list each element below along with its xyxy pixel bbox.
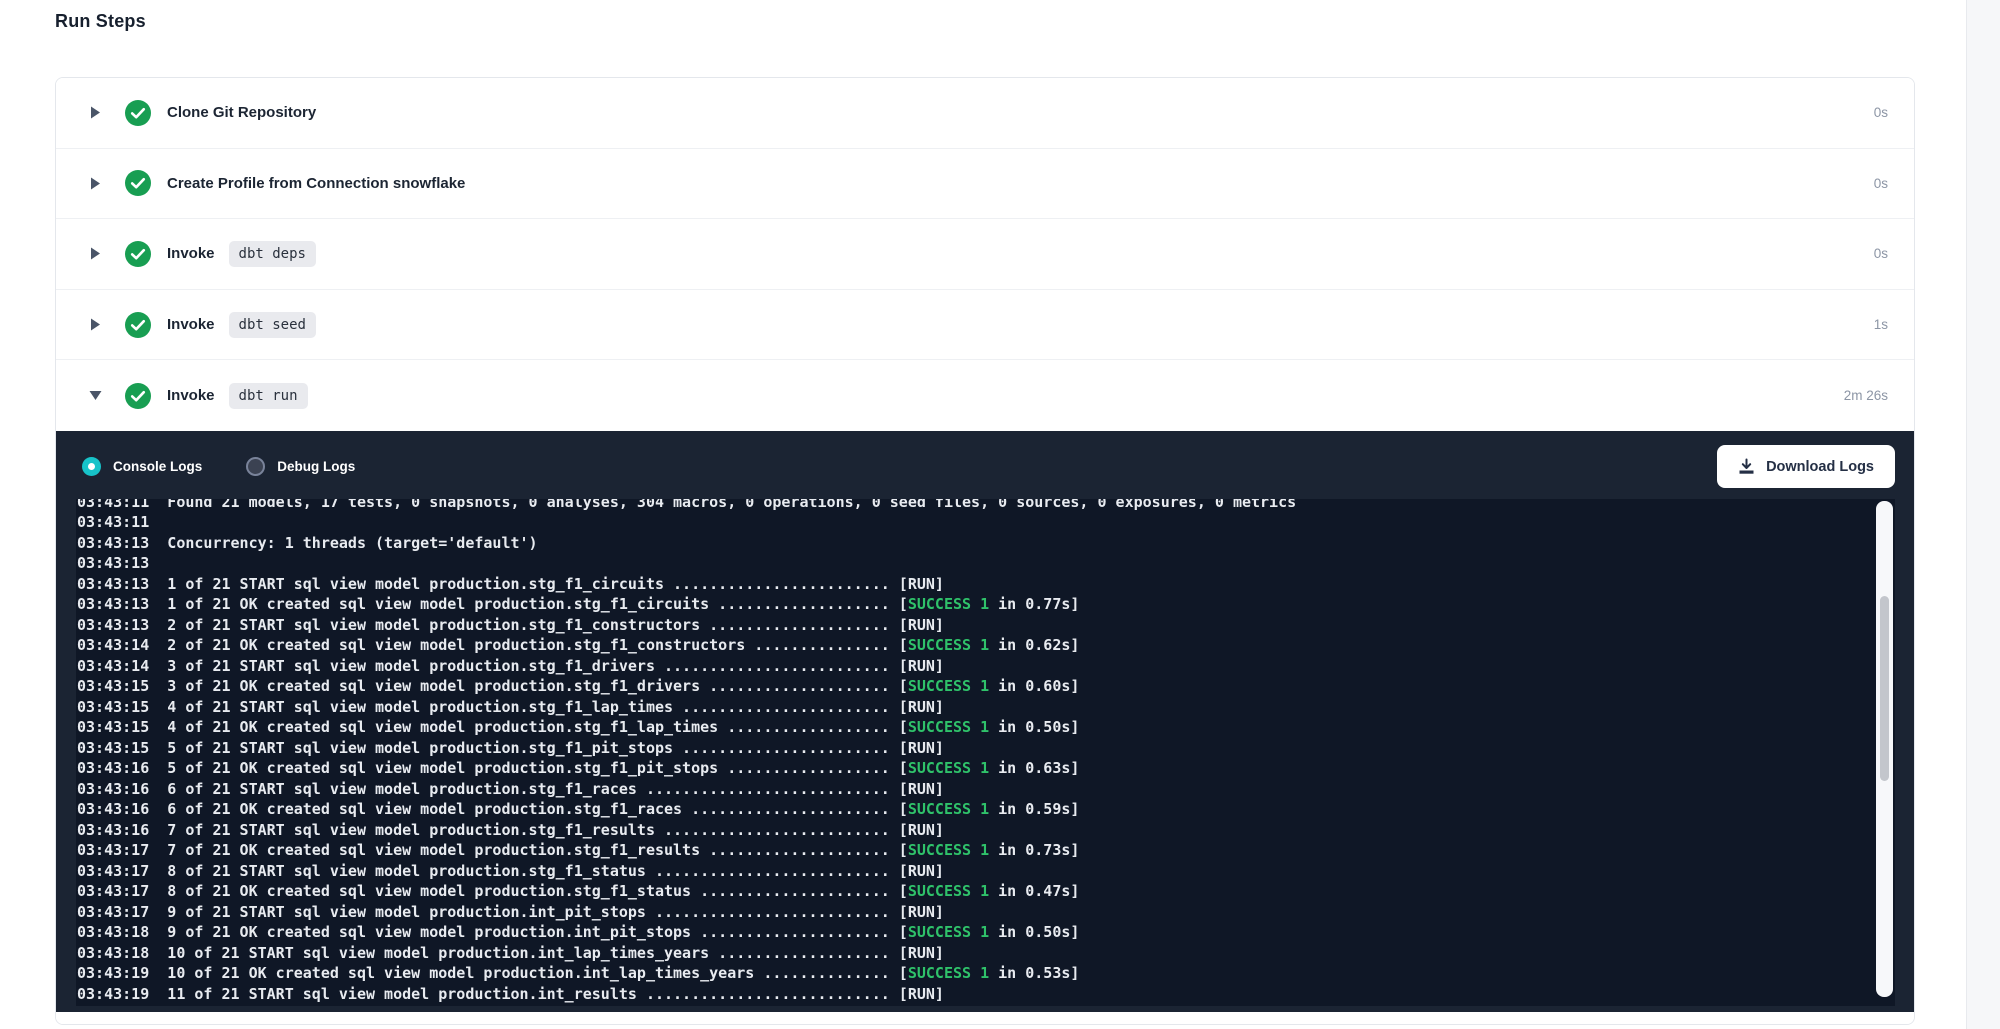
command-badge: dbt deps [229, 241, 316, 267]
console-logs-radio[interactable]: Console Logs [82, 457, 202, 476]
debug-logs-label[interactable]: Debug Logs [277, 459, 355, 474]
step-title: Invoke [167, 387, 215, 404]
check-circle-icon [125, 312, 151, 338]
download-logs-button[interactable]: Download Logs [1717, 445, 1895, 488]
log-line: 03:43:15 4 of 21 START sql view model pr… [77, 697, 1895, 718]
caret-right-icon [88, 106, 102, 119]
step-row-invoke-dbt-run[interactable]: Invoke dbt run 2m 26s [56, 360, 1914, 431]
radio-selected-icon[interactable] [82, 457, 101, 476]
log-line: 03:43:13 1 of 21 OK created sql view mod… [77, 594, 1895, 615]
log-line: 03:43:16 6 of 21 START sql view model pr… [77, 779, 1895, 800]
log-line: 03:43:19 10 of 21 OK created sql view mo… [77, 963, 1895, 984]
step-title: Create Profile from Connection snowflake [167, 175, 465, 192]
log-line: 03:43:14 3 of 21 START sql view model pr… [77, 656, 1895, 677]
log-line: 03:43:16 5 of 21 OK created sql view mod… [77, 758, 1895, 779]
command-badge: dbt seed [229, 312, 316, 338]
caret-right-icon [88, 247, 102, 260]
step-duration: 0s [1874, 105, 1888, 120]
step-duration: 1s [1874, 317, 1888, 332]
console-scrollbar-track[interactable] [1876, 501, 1893, 997]
log-line: 03:43:19 11 of 21 START sql view model p… [77, 984, 1895, 1005]
step-row-clone-git-repository[interactable]: Clone Git Repository 0s [56, 78, 1914, 149]
step-title: Invoke [167, 245, 215, 262]
caret-right-icon [88, 318, 102, 331]
caret-right-icon [88, 177, 102, 190]
console-log-viewport[interactable]: 03:43:11 Found 21 models, 17 tests, 0 sn… [76, 499, 1895, 1006]
log-line: 03:43:14 2 of 21 OK created sql view mod… [77, 635, 1895, 656]
log-line: 03:43:15 4 of 21 OK created sql view mod… [77, 717, 1895, 738]
log-line: 03:43:11 Found 21 models, 17 tests, 0 sn… [77, 499, 1895, 513]
card-footer [56, 1012, 1914, 1025]
log-line: 03:43:17 9 of 21 START sql view model pr… [77, 902, 1895, 923]
log-line: 03:43:13 1 of 21 START sql view model pr… [77, 574, 1895, 595]
caret-down-icon [88, 390, 102, 401]
log-line: 03:43:16 7 of 21 START sql view model pr… [77, 820, 1895, 841]
console-scrollbar-thumb[interactable] [1880, 596, 1889, 781]
step-title: Invoke [167, 316, 215, 333]
log-line: 03:43:11 [77, 512, 1895, 533]
step-row-invoke-dbt-deps[interactable]: Invoke dbt deps 0s [56, 219, 1914, 290]
check-circle-icon [125, 383, 151, 409]
log-line: 03:43:13 2 of 21 START sql view model pr… [77, 615, 1895, 636]
log-line: 03:43:15 3 of 21 OK created sql view mod… [77, 676, 1895, 697]
log-line: 03:43:13 Concurrency: 1 threads (target=… [77, 533, 1895, 554]
step-row-create-profile[interactable]: Create Profile from Connection snowflake… [56, 149, 1914, 220]
log-line: 03:43:16 6 of 21 OK created sql view mod… [77, 799, 1895, 820]
step-duration: 2m 26s [1844, 388, 1888, 403]
step-title: Clone Git Repository [167, 104, 316, 121]
check-circle-icon [125, 241, 151, 267]
download-icon [1738, 458, 1755, 475]
debug-logs-radio[interactable]: Debug Logs [246, 457, 355, 476]
page-right-gutter [1966, 0, 2000, 1029]
log-line: 03:43:13 [77, 553, 1895, 574]
download-logs-label: Download Logs [1766, 459, 1874, 475]
console-panel: Console Logs Debug Logs Download Logs 03… [56, 431, 1914, 1012]
log-line: 03:43:15 5 of 21 START sql view model pr… [77, 738, 1895, 759]
log-line: 03:43:18 9 of 21 OK created sql view mod… [77, 922, 1895, 943]
step-row-invoke-dbt-seed[interactable]: Invoke dbt seed 1s [56, 290, 1914, 361]
console-logs-label[interactable]: Console Logs [113, 459, 202, 474]
console-header: Console Logs Debug Logs Download Logs [56, 431, 1914, 495]
log-line: 03:43:17 7 of 21 OK created sql view mod… [77, 840, 1895, 861]
radio-unselected-icon[interactable] [246, 457, 265, 476]
step-duration: 0s [1874, 176, 1888, 191]
log-line: 03:43:17 8 of 21 START sql view model pr… [77, 861, 1895, 882]
check-circle-icon [125, 100, 151, 126]
run-steps-card: Clone Git Repository 0s Create Profile f… [55, 77, 1915, 1025]
log-line: 03:43:18 10 of 21 START sql view model p… [77, 943, 1895, 964]
check-circle-icon [125, 170, 151, 196]
command-badge: dbt run [229, 383, 308, 409]
page-title: Run Steps [55, 11, 146, 32]
step-duration: 0s [1874, 246, 1888, 261]
log-line: 03:43:17 8 of 21 OK created sql view mod… [77, 881, 1895, 902]
console-log-lines: 03:43:11 Found 21 models, 17 tests, 0 sn… [76, 499, 1895, 1005]
